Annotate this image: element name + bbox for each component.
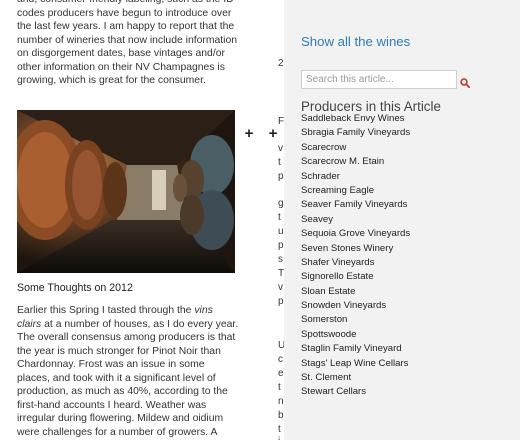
producer-link[interactable]: Spottswoode <box>301 328 410 342</box>
column-fragment: p <box>278 296 284 307</box>
producer-link[interactable]: Snowden Vineyards <box>301 299 410 313</box>
column-fragment: 2 <box>278 58 284 69</box>
article-paragraph-2012: Earlier this Spring I tasted through the… <box>17 304 239 439</box>
producer-link[interactable]: Saddleback Envy Wines <box>301 112 410 126</box>
producer-link[interactable]: Scarecrow <box>301 141 410 155</box>
producer-link[interactable]: Sloan Estate <box>301 285 410 299</box>
column-fragment: b <box>278 410 284 421</box>
column-fragment: t <box>278 424 281 435</box>
article-column: and, consumer-friendly labeling, such as… <box>0 0 284 440</box>
column-fragment: u <box>278 226 284 237</box>
column-fragment: p <box>278 171 284 182</box>
article-paragraph-intro: and, consumer-friendly labeling, such as… <box>17 0 238 86</box>
column-fragment: e <box>278 368 284 379</box>
producer-link[interactable]: Stewart Cellars <box>301 385 410 399</box>
producer-link[interactable]: Somerston <box>301 313 410 327</box>
paragraph-text-start: Earlier this Spring I tasted through the <box>17 305 195 316</box>
column-fragment: t <box>278 212 281 223</box>
column-fragment: c <box>278 354 283 365</box>
producer-link[interactable]: Screaming Eagle <box>301 184 410 198</box>
column-fragment: n <box>278 396 284 407</box>
column-fragment: t <box>278 382 281 393</box>
sidebar-panel: Show all the wines Producers in this Art… <box>284 0 520 440</box>
producer-link[interactable]: Schrader <box>301 170 410 184</box>
column-fragment: p <box>278 240 284 251</box>
producer-link[interactable]: Seven Stones Winery <box>301 242 410 256</box>
producer-link[interactable]: St. Clement <box>301 371 410 385</box>
producer-link[interactable]: Sbragia Family Vineyards <box>301 126 410 140</box>
column-fragment: v <box>278 143 283 154</box>
paragraph-text-end: at a number of houses, as I do every yea… <box>17 318 239 438</box>
producer-link[interactable]: Scarecrow M. Etain <box>301 155 410 169</box>
show-all-wines-link[interactable]: Show all the wines <box>301 34 410 49</box>
column-fragment: s <box>278 254 283 265</box>
expand-plus-button[interactable]: + <box>262 124 284 144</box>
section-heading-2012: Some Thoughts on 2012 <box>17 282 133 294</box>
barrel-cellar-photo <box>17 110 235 273</box>
column-fragment: v <box>278 282 283 293</box>
producer-link[interactable]: Seavey <box>301 213 410 227</box>
column-fragment: t <box>278 157 281 168</box>
producer-link[interactable]: Shafer Vineyards <box>301 256 410 270</box>
column-fragment: i <box>278 436 280 440</box>
producer-link[interactable]: Seaver Family Vineyards <box>301 198 410 212</box>
expand-plus-button[interactable]: + <box>238 124 260 144</box>
producer-link[interactable]: Sequoia Grove Vineyards <box>301 227 410 241</box>
search-article-input[interactable] <box>301 70 457 89</box>
search-icon[interactable] <box>460 78 470 88</box>
producer-list: Saddleback Envy Wines Sbragia Family Vin… <box>301 112 410 400</box>
producer-link[interactable]: Staglin Family Vineyard <box>301 342 410 356</box>
producer-link[interactable]: Signorello Estate <box>301 270 410 284</box>
column-fragment: g <box>278 198 284 209</box>
producer-link[interactable]: Stags' Leap Wine Cellars <box>301 357 410 371</box>
